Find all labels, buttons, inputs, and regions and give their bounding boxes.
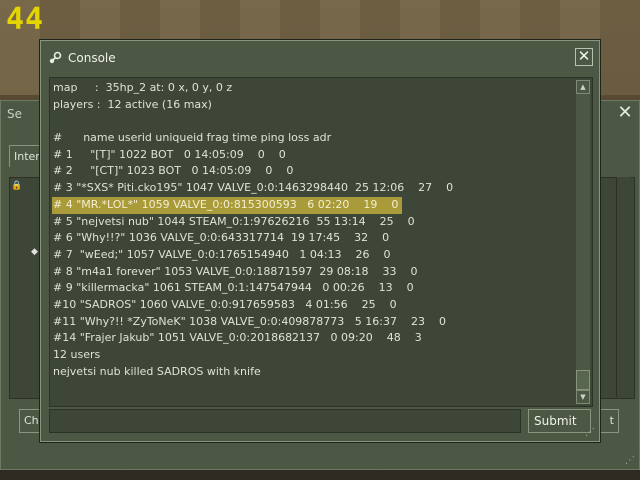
console-titlebar[interactable]: Console ✕ (41, 41, 599, 75)
console-line-text: # name userid uniqueid frag time ping lo… (53, 131, 332, 145)
console-line: nejvetsi nub killed SADROS with knife (52, 364, 570, 381)
console-line: # 2 "[CT]" 1023 BOT 0 14:05:09 0 0 (52, 163, 570, 180)
console-line-text: # 3 "*SXS* Piti.cko195" 1047 VALVE_0:0:1… (53, 181, 454, 195)
close-icon[interactable]: ✕ (575, 48, 593, 66)
console-line: # 7 "wEed;" 1057 VALVE_0:0:1765154940 1 … (52, 247, 570, 264)
console-line-text: # 8 "m4a1 forever" 1053 VALVE_0:0:188715… (53, 264, 418, 278)
console-line: 12 users (52, 347, 570, 364)
resize-grip-icon[interactable]: ⋰ (585, 427, 597, 439)
console-line-text: # 9 "killermacka" 1061 STEAM_0:1:1475479… (53, 281, 414, 295)
console-line-text: #14 "Frajer Jakub" 1051 VALVE_0:0:201868… (53, 331, 422, 345)
console-line-text: #10 "SADROS" 1060 VALVE_0:0:917659583 4 … (53, 297, 397, 311)
console-line-highlighted: # 4 "MR.*LOL*" 1059 VALVE_0:0:815300593 … (52, 196, 403, 214)
console-line-text: # 6 "Why!!?" 1036 VALVE_0:0:643317714 19… (53, 231, 390, 245)
background-resize-grip-icon[interactable]: ⋰ (625, 455, 637, 467)
console-line: players : 12 active (16 max) (52, 97, 570, 114)
scroll-thumb[interactable] (576, 370, 590, 390)
console-line: # 3 "*SXS* Piti.cko195" 1047 VALVE_0:0:1… (52, 180, 570, 197)
lock-icon: 🔒 (11, 181, 23, 191)
console-line: #11 "Why?!! *ZyToNeK" 1038 VALVE_0:0:409… (52, 314, 570, 331)
console-line-text: # 7 "wEed;" 1057 VALVE_0:0:1765154940 1 … (53, 247, 391, 261)
console-title: Console (68, 51, 116, 65)
console-line-text: # 2 "[CT]" 1023 BOT 0 14:05:09 0 0 (53, 164, 294, 178)
fps-counter: 44 (6, 2, 45, 37)
console-line: # 4 "MR.*LOL*" 1059 VALVE_0:0:815300593 … (52, 196, 570, 214)
console-line: map : 35hp_2 at: 0 x, 0 y, 0 z (52, 80, 570, 97)
console-line-text: map : 35hp_2 at: 0 x, 0 y, 0 z (53, 81, 233, 94)
scroll-up-icon[interactable]: ▲ (576, 80, 590, 94)
console-line-text: nejvetsi nub killed SADROS with knife (53, 364, 261, 378)
console-line: #14 "Frajer Jakub" 1051 VALVE_0:0:201868… (52, 330, 570, 347)
console-lines: map : 35hp_2 at: 0 x, 0 y, 0 z players : … (52, 80, 570, 380)
console-line (52, 113, 570, 130)
console-output[interactable]: map : 35hp_2 at: 0 x, 0 y, 0 z players : … (49, 77, 593, 407)
console-line: # 5 "nejvetsi nub" 1044 STEAM_0:1:976262… (52, 214, 570, 231)
steam-logo-icon (49, 51, 62, 64)
console-line-text: # 1 "[T]" 1022 BOT 0 14:05:09 0 0 (53, 147, 286, 161)
background-window-title: Se (7, 107, 22, 121)
console-line: # 9 "killermacka" 1061 STEAM_0:1:1475479… (52, 280, 570, 297)
submit-button[interactable]: Submit (528, 409, 591, 433)
shield-icon: ◆ (31, 247, 38, 257)
scroll-down-icon[interactable]: ▼ (576, 390, 590, 404)
console-line: #10 "SADROS" 1060 VALVE_0:0:917659583 4 … (52, 297, 570, 314)
console-line-text (52, 113, 570, 130)
background-scrollbar[interactable] (616, 177, 631, 397)
command-input[interactable] (49, 409, 521, 433)
console-line-text: # 5 "nejvetsi nub" 1044 STEAM_0:1:976262… (53, 214, 415, 228)
console-line: # name userid uniqueid frag time ping lo… (52, 130, 570, 147)
console-line-text: 12 users (53, 348, 101, 361)
console-line: # 1 "[T]" 1022 BOT 0 14:05:09 0 0 (52, 147, 570, 164)
console-line-text: #11 "Why?!! *ZyToNeK" 1038 VALVE_0:0:409… (53, 314, 446, 328)
console-window: Console ✕ map : 35hp_2 at: 0 x, 0 y, 0 z… (40, 40, 600, 442)
console-line-text: players : 12 active (16 max) (53, 97, 212, 111)
background-close-icon[interactable]: ✕ (617, 104, 633, 122)
console-scrollbar[interactable]: ▲ ▼ (576, 80, 590, 404)
console-line: # 6 "Why!!?" 1036 VALVE_0:0:643317714 19… (52, 230, 570, 247)
console-line: # 8 "m4a1 forever" 1053 VALVE_0:0:188715… (52, 264, 570, 281)
